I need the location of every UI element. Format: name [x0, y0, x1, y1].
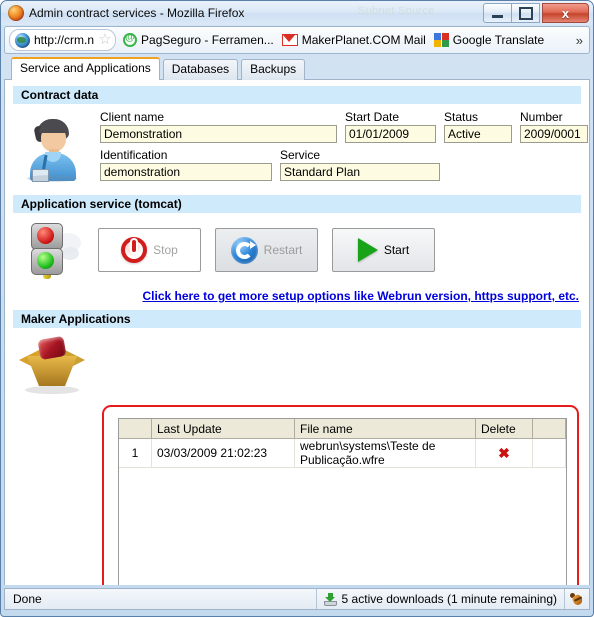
bookmark-star-icon[interactable]: ☆ [97, 32, 113, 48]
client-name-label: Client name [100, 110, 165, 124]
bookmark-item-pagseguro[interactable]: PagSeguro - Ferramen... [123, 32, 274, 47]
client-avatar [5, 115, 100, 182]
maker-applications-table: Last Update File name Delete 1 03/03/200… [118, 418, 567, 585]
traffic-light-icon [21, 217, 83, 283]
title-bar: Admin contract services - Mozilla Firefo… [1, 1, 593, 25]
col-rownum [119, 419, 152, 439]
setup-options-link[interactable]: Click here to get more setup options lik… [5, 289, 579, 303]
section-header-application-service: Application service (tomcat) [13, 195, 581, 213]
start-date-input[interactable]: 01/01/2009 [345, 125, 436, 143]
status-field: Status Active [444, 110, 512, 143]
status-input[interactable]: Active [444, 125, 512, 143]
google-translate-icon [433, 33, 449, 47]
minimize-button[interactable] [483, 3, 512, 23]
downloads-status[interactable]: 5 active downloads (1 minute remaining) [315, 589, 564, 609]
identification-field: Identification demonstration [100, 148, 272, 181]
bug-status-button[interactable] [564, 589, 589, 609]
contract-row-1: Client name Demonstration Start Date 01/… [100, 110, 589, 143]
col-file-name[interactable]: File name [294, 419, 476, 439]
power-icon [121, 237, 148, 263]
package-box-icon [19, 335, 85, 394]
col-last-update[interactable]: Last Update [151, 419, 295, 439]
bookmark-label: PagSeguro - Ferramen... [141, 33, 274, 47]
row-index: 1 [119, 438, 152, 468]
client-name-field: Client name Demonstration [100, 110, 337, 143]
status-label: Status [444, 110, 479, 124]
download-icon [323, 592, 337, 606]
tab-databases[interactable]: Databases [162, 59, 239, 80]
start-date-label: Start Date [345, 110, 400, 124]
restart-icon [230, 236, 258, 264]
restart-button[interactable]: Restart [215, 228, 318, 272]
maximize-button[interactable] [512, 3, 540, 23]
col-delete: Delete [475, 419, 533, 439]
table-header-row: Last Update File name Delete [119, 419, 566, 439]
bug-icon [570, 592, 584, 606]
bookmarks-overflow-icon[interactable]: » [576, 33, 585, 48]
gmail-icon [281, 34, 298, 46]
bookmark-item-makerplanet-mail[interactable]: MakerPlanet.COM Mail [281, 33, 426, 47]
number-label: Number [520, 110, 563, 124]
delete-icon: ✖ [498, 444, 510, 461]
person-icon [24, 119, 82, 182]
watermark-text: Subnet Source [358, 5, 435, 17]
contract-data-panel: Client name Demonstration Start Date 01/… [5, 110, 589, 182]
restart-button-label: Restart [263, 243, 303, 257]
bookmark-label: MakerPlanet.COM Mail [301, 33, 426, 47]
address-bar[interactable]: http://crm.n ☆ [9, 29, 117, 51]
status-text: Done [13, 592, 42, 606]
identification-input[interactable]: demonstration [100, 163, 272, 181]
cell-last-update: 03/03/2009 21:02:23 [151, 438, 295, 468]
firefox-window: Admin contract services - Mozilla Firefo… [0, 0, 594, 617]
cell-tail [532, 438, 566, 468]
maximize-icon [518, 6, 533, 20]
identification-label: Identification [100, 148, 168, 162]
start-button[interactable]: Start [332, 228, 435, 272]
bookmark-item-google-translate[interactable]: Google Translate [433, 33, 545, 47]
number-field: Number 2009/0001 [520, 110, 588, 143]
cell-file-name: webrun\systems\Teste de Publicação.wfre [294, 438, 476, 468]
minimize-icon [492, 14, 503, 18]
window-controls: x [483, 3, 589, 23]
service-plan-input[interactable]: Standard Plan [280, 163, 440, 181]
start-date-field: Start Date 01/01/2009 [345, 110, 436, 143]
page-content: Contract data Client name Demonstration … [4, 80, 590, 585]
service-controls: Stop Restart Start [5, 217, 589, 283]
bookmark-toolbar: http://crm.n ☆ PagSeguro - Ferramen... M… [4, 26, 590, 54]
start-button-label: Start [383, 243, 410, 257]
contract-row-2: Identification demonstration Service Sta… [100, 148, 589, 181]
tab-strip: Service and Applications Databases Backu… [4, 57, 590, 80]
status-bar: Done 5 active downloads (1 minute remain… [4, 588, 590, 610]
close-button[interactable]: x [542, 3, 589, 23]
url-text: http://crm.n [34, 33, 95, 47]
bookmark-label: Google Translate [452, 33, 545, 47]
service-plan-label: Service [280, 148, 321, 162]
number-input[interactable]: 2009/0001 [520, 125, 588, 143]
tab-backups[interactable]: Backups [241, 59, 306, 80]
stop-button[interactable]: Stop [98, 228, 201, 272]
downloads-label: 5 active downloads (1 minute remaining) [341, 592, 557, 606]
table-row[interactable]: 1 03/03/2009 21:02:23 webrun\systems\Tes… [119, 438, 566, 468]
section-header-maker-applications: Maker Applications [13, 310, 581, 328]
client-name-input[interactable]: Demonstration [100, 125, 337, 143]
service-plan-field: Service Standard Plan [280, 148, 440, 181]
col-tail [532, 419, 566, 439]
globe-icon [15, 32, 30, 48]
play-icon [357, 238, 378, 262]
delete-row-button[interactable]: ✖ [475, 438, 533, 468]
section-header-contract-data: Contract data [13, 86, 581, 104]
firefox-logo-icon [8, 5, 24, 21]
stop-button-label: Stop [153, 243, 178, 257]
pagseguro-icon [123, 32, 138, 47]
tab-service-and-applications[interactable]: Service and Applications [11, 57, 160, 80]
